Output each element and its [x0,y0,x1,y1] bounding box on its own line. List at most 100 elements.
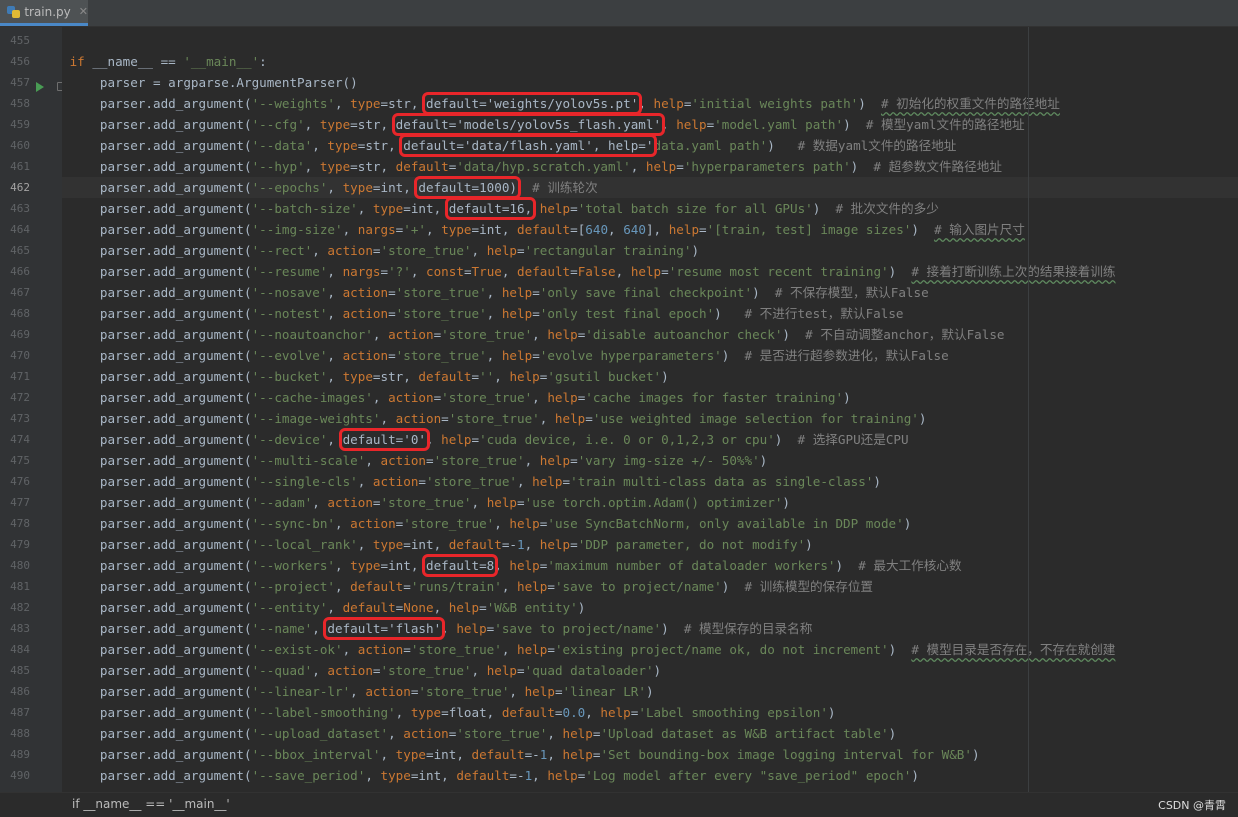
close-icon[interactable]: ✕ [79,5,88,18]
code-token: , [517,474,533,489]
highlight-box: default=1000) [414,176,521,199]
code-token: parser.add_argument( [69,642,252,657]
code-token: help [645,159,677,174]
code-token: = [388,348,396,363]
code-line[interactable]: parser.add_argument('--quad', action='st… [62,660,1238,681]
code-token: 'store_true' [441,327,533,342]
code-token: = [570,264,578,279]
code-comment: # 模型保存的目录名称 [683,621,813,636]
code-line[interactable]: parser.add_argument('--evolve', action='… [62,345,1238,366]
code-line[interactable]: parser.add_argument('--batch-size', type… [62,197,1238,220]
code-line[interactable]: parser.add_argument('--exist-ok', action… [62,639,1238,660]
code-line[interactable]: parser.add_argument('--cache-images', ac… [62,387,1238,408]
code-token: default [501,705,555,720]
code-token: help [562,726,593,741]
code-token: 'save to project/name' [554,579,722,594]
code-token: , [327,306,343,321]
code-token: 'use torch.optim.Adam() optimizer' [524,495,783,510]
code-token: action [327,243,373,258]
code-token: default [418,369,472,384]
code-token: False [577,264,616,279]
code-line[interactable]: parser.add_argument('--cfg', type=str, d… [62,113,1238,136]
line-number: 476 [10,475,30,488]
code-line[interactable]: parser.add_argument('--image-weights', a… [62,408,1238,429]
code-line[interactable]: parser.add_argument('--nosave', action='… [62,282,1238,303]
code-line[interactable]: parser.add_argument('--rect', action='st… [62,240,1238,261]
code-line[interactable]: parser.add_argument('--sync-bn', action=… [62,513,1238,534]
code-token: parser.add_argument( [69,684,252,699]
code-line[interactable]: parser.add_argument('--single-cls', acti… [62,471,1238,492]
code-line[interactable]: parser.add_argument('--epochs', type=int… [62,176,1238,199]
breadcrumb[interactable]: if __name__ == '__main__' [72,797,230,811]
line-number: 462 [10,181,30,194]
code-line[interactable]: parser.add_argument('--notest', action='… [62,303,1238,324]
code-line[interactable]: parser.add_argument('--multi-scale', act… [62,450,1238,471]
code-token: help [501,285,533,300]
code-token: =int, [410,768,457,783]
code-token: = [554,705,563,720]
code-token: ) [782,495,791,510]
code-line[interactable]: parser.add_argument('--linear-lr', actio… [62,681,1238,702]
code-token: nargs [342,264,381,279]
code-line[interactable]: parser.add_argument('--upload_dataset', … [62,723,1238,744]
code-token: ) [721,348,745,363]
code-token: parser.add_argument( [69,327,252,342]
code-token: '--sync-bn' [251,516,335,531]
code-token: '--linear-lr' [251,684,351,699]
tab-train-py[interactable]: train.py ✕ [0,0,88,26]
code-token: , [425,432,442,447]
code-line[interactable]: parser.add_argument('--weights', type=st… [62,92,1238,115]
code-line[interactable]: parser.add_argument('--local_rank', type… [62,534,1238,555]
code-token: parser.add_argument( [69,264,252,279]
code-line[interactable]: parser.add_argument('--adam', action='st… [62,492,1238,513]
code-token: 0.0 [562,705,586,720]
code-comment: # 是否进行超参数进化，默认False [744,348,949,363]
run-icon[interactable] [36,82,44,92]
code-line[interactable]: parser.add_argument('--device', default=… [62,428,1238,451]
code-token: '--bucket' [251,369,328,384]
code-token: 'Set bounding-box image logging interval… [600,747,972,762]
code-line[interactable]: parser.add_argument('--workers', type=in… [62,554,1238,577]
breadcrumb-bar: if __name__ == '__main__' CSDN @青霄 [0,792,1238,817]
code-token: =str, [357,138,404,153]
code-token: , [304,117,320,132]
code-line[interactable]: parser = argparse.ArgumentParser() [62,72,1238,93]
watermark: CSDN @青霄 [1158,799,1226,812]
code-token: , [471,495,487,510]
code-token: ) [873,474,881,489]
line-number: 486 [10,685,30,698]
code-line[interactable]: parser.add_argument('--hyp', type=str, d… [62,156,1238,177]
code-line[interactable]: parser.add_argument('--data', type=str, … [62,134,1238,157]
code-line[interactable]: parser.add_argument('--noautoanchor', ac… [62,324,1238,345]
code-token: __name__ == [92,54,184,69]
code-line[interactable]: parser.add_argument('--entity', default =… [62,597,1238,618]
code-token: , [350,684,366,699]
code-line[interactable]: parser.add_argument('--label-smoothing',… [62,702,1238,723]
code-token: = [372,663,381,678]
code-editor[interactable]: if __name__ == '__main__': parser = argp… [62,27,1238,792]
code-token: 'W&B entity' [486,600,578,615]
code-line[interactable]: parser.add_argument('--project', default… [62,576,1238,597]
code-token: , [539,411,555,426]
line-number: 477 [10,496,30,509]
code-line[interactable]: parser.add_argument('--bucket', type=str… [62,366,1238,387]
code-token: '--resume' [251,264,328,279]
code-token: 'only test final epoch' [539,306,715,321]
code-token: , [471,663,487,678]
code-line[interactable] [62,30,1238,51]
code-line[interactable]: if __name__ == '__main__': [62,51,1238,72]
code-line[interactable]: parser.add_argument('--save_period', typ… [62,765,1238,786]
code-token: = [532,348,540,363]
code-line[interactable]: parser.add_argument('--img-size', nargs =… [62,219,1238,240]
code-line[interactable]: parser.add_argument('--bbox_interval', t… [62,744,1238,765]
code-token: = [471,432,480,447]
line-number: 487 [10,706,30,719]
code-token: type [372,537,404,552]
code-line[interactable]: parser.add_argument('--name', default='f… [62,617,1238,640]
code-token: '--label-smoothing' [251,705,396,720]
code-token: , [494,516,510,531]
code-line[interactable]: parser.add_argument('--resume', nargs='?… [62,261,1238,282]
code-comment: # 数据yaml文件的路径地址 [797,138,957,153]
code-token: , [441,621,457,636]
code-token: , [532,390,548,405]
